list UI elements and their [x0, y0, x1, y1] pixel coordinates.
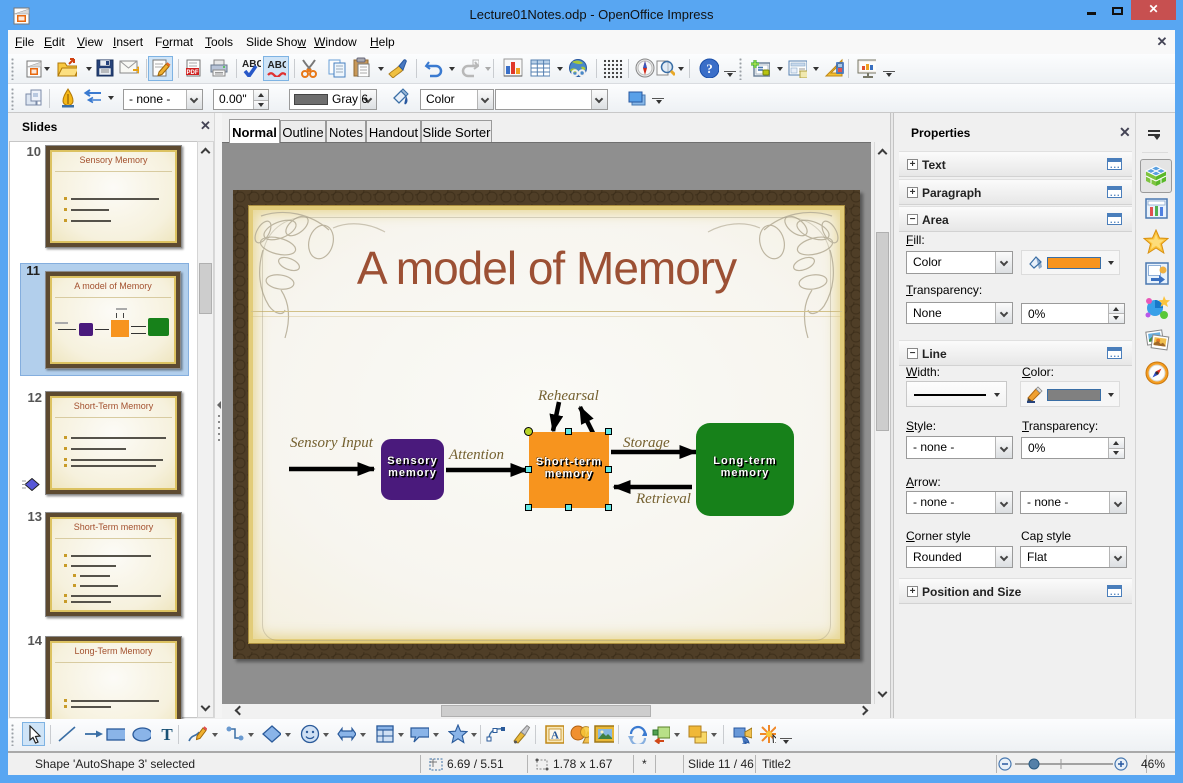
svg-text:ABC: ABC	[268, 60, 287, 71]
svg-text:ABC: ABC	[242, 59, 261, 70]
svg-text:A: A	[551, 730, 559, 742]
svg-text:T: T	[161, 725, 173, 744]
svg-text:?: ?	[706, 61, 713, 76]
svg-text:PDF: PDF	[187, 70, 199, 76]
